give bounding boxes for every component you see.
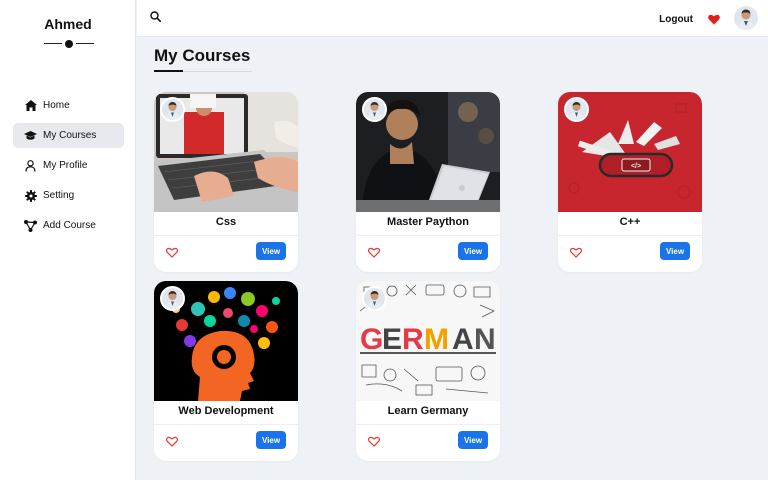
svg-text:G: G [360, 323, 383, 356]
sidebar-item-home[interactable]: Home [13, 93, 124, 118]
page-title: My Courses [154, 46, 251, 65]
svg-text:R: R [402, 323, 424, 356]
heart-icon[interactable] [367, 245, 381, 263]
logout-link[interactable]: Logout [659, 14, 693, 25]
search-button[interactable] [145, 8, 165, 28]
sidebar: Ahmed Home My Courses My Profile Setting… [0, 0, 136, 480]
sidebar-item-add-course[interactable]: Add Course [13, 213, 124, 238]
svg-text:E: E [382, 323, 402, 356]
heart-icon[interactable] [367, 434, 381, 452]
view-button[interactable]: View [458, 242, 488, 260]
sidebar-nav: Home My Courses My Profile Setting Add C… [13, 93, 124, 243]
sidebar-item-label: Setting [43, 190, 75, 201]
brand-name: Ahmed [44, 16, 92, 32]
heart-icon[interactable] [165, 245, 179, 263]
instructor-avatar [160, 286, 185, 311]
search-icon [149, 9, 161, 27]
network-icon [24, 219, 37, 232]
view-button[interactable]: View [458, 431, 488, 449]
user-icon [24, 159, 37, 172]
instructor-avatar [362, 286, 387, 311]
course-title: Web Development [178, 405, 274, 417]
card-divider [356, 235, 500, 236]
svg-text:N: N [474, 323, 496, 356]
course-card-web-development: Web Development View [154, 281, 298, 461]
card-divider [154, 424, 298, 425]
card-divider [558, 235, 702, 236]
topbar: Logout [137, 0, 768, 37]
svg-text:A: A [452, 323, 474, 356]
sidebar-item-my-courses[interactable]: My Courses [13, 123, 124, 148]
home-icon [24, 99, 37, 112]
svg-text:M: M [424, 323, 449, 356]
sidebar-item-label: My Courses [43, 130, 97, 141]
sidebar-item-label: Add Course [43, 220, 96, 231]
view-button[interactable]: View [256, 431, 286, 449]
heart-icon[interactable] [165, 434, 179, 452]
favorites-heart-icon[interactable] [708, 12, 720, 30]
sidebar-item-setting[interactable]: Setting [13, 183, 124, 208]
user-avatar[interactable] [734, 6, 758, 30]
sidebar-item-label: My Profile [43, 160, 88, 171]
course-title: Learn Germany [387, 405, 469, 417]
instructor-avatar [362, 97, 387, 122]
course-card-css: Css View [154, 92, 298, 272]
svg-text:</>: </> [631, 163, 641, 170]
graduation-cap-icon [24, 129, 37, 142]
title-underline [154, 70, 252, 73]
gear-icon [24, 189, 37, 202]
view-button[interactable]: View [660, 242, 690, 260]
sidebar-item-my-profile[interactable]: My Profile [13, 153, 124, 178]
brand-divider [44, 40, 94, 48]
sidebar-item-label: Home [43, 100, 70, 111]
course-title: Master Paython [387, 216, 469, 228]
view-button[interactable]: View [256, 242, 286, 260]
card-divider [154, 235, 298, 236]
course-card-cpp: </> C++ View [558, 92, 702, 272]
card-divider [356, 424, 500, 425]
course-title: Css [215, 216, 237, 228]
instructor-avatar [564, 97, 589, 122]
instructor-avatar [160, 97, 185, 122]
course-title: C++ [619, 216, 641, 228]
course-card-learn-germany: G E R M A N Learn Germany View [356, 281, 500, 461]
heart-icon[interactable] [569, 245, 583, 263]
course-card-master-paython: Master Paython View [356, 92, 500, 272]
